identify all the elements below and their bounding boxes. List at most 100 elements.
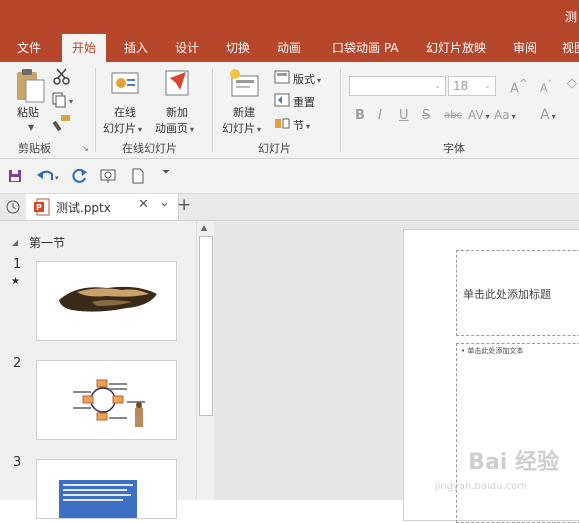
slide-thumbnail-2[interactable] [36,360,177,440]
new-slide-label-1: 新建 [233,106,255,119]
tab-home[interactable]: 开始 [62,34,107,62]
clipboard-group-label: 剪贴板 [18,142,51,155]
change-case-button[interactable]: Aa ▾ [494,108,516,122]
separator [340,68,341,152]
watermark-logo: Bai 经验 [468,450,559,475]
paper-plane-icon [165,70,189,96]
slides-group-label: 幻灯片 [258,142,291,155]
new-animation-page-label-2: 动画页 ▾ [155,122,195,135]
slide-number: 2 [13,356,22,371]
body-placeholder[interactable]: • 单击此处添加文本 [456,343,579,523]
strikethrough-button[interactable]: S [422,108,430,123]
tab-review[interactable]: 审阅 [513,34,537,62]
font-color-button[interactable]: A ▾ [540,107,556,123]
text-shadow-button[interactable]: abc [444,110,462,121]
layout-button[interactable]: 版式 ▾ [293,71,321,87]
font-group-label: 字体 [443,142,465,155]
tab-design[interactable]: 设计 [175,34,199,62]
italic-button[interactable]: I [378,108,382,123]
slide-number: 3 [13,455,22,470]
document-tab[interactable]: P 测试.pptx ✕ ⌄ [26,194,179,220]
redo-icon[interactable] [72,168,88,184]
quick-access-toolbar: ▾ ⏷ [0,159,579,194]
separator [212,68,213,152]
reset-icon [274,93,290,110]
new-slide-icon [230,69,259,97]
new-document-icon[interactable] [131,168,145,184]
slide-thumbnail-panel: ◢ 第一节 1 ★ 2 3 [0,221,196,519]
window-title: 测 [564,10,577,24]
font-shrink-button[interactable]: Aˇ [540,79,552,95]
paste-button[interactable] [14,68,48,107]
customize-toolbar-icon[interactable]: ⏷ [162,167,170,178]
ink-brush-image [59,286,157,312]
undo-icon[interactable]: ▾ [36,168,62,184]
font-grow-button[interactable]: A^ [510,77,528,96]
tab-list-icon[interactable]: ⌄ [159,195,170,210]
tab-slideshow[interactable]: 幻灯片放映 [426,34,486,62]
paste-label: 粘贴 [17,106,39,119]
save-icon[interactable] [8,169,22,183]
close-icon[interactable]: ✕ [138,197,149,212]
section-collapse-icon[interactable]: ◢ [12,238,18,247]
title-placeholder-text: 单击此处添加标题 [463,288,551,301]
format-painter-button[interactable] [52,114,72,135]
online-slides-group-label: 在线幻灯片 [122,142,177,155]
clipboard-launcher-icon[interactable]: ↘ [82,144,89,153]
online-slides-label-2: 幻灯片 ▾ [103,122,143,135]
tab-view[interactable]: 视图 [562,34,579,62]
scrollbar-thumb[interactable] [199,236,213,416]
separator [95,68,96,152]
svg-text:P: P [36,203,42,212]
bold-button[interactable]: B [355,108,365,123]
online-slides-icon [111,72,139,94]
section-button[interactable]: 节 ▾ [293,117,310,133]
online-slides-button[interactable] [110,70,142,103]
animation-star-icon: ★ [11,276,20,287]
cut-button[interactable] [52,68,72,89]
thumbnail-scrollbar[interactable]: ▲ [196,221,214,500]
history-icon[interactable] [6,200,20,214]
scroll-up-icon[interactable]: ▲ [201,223,207,232]
font-name-select[interactable]: ⌄ [349,76,446,96]
copy-button[interactable]: ▾ [52,92,78,111]
clear-format-icon[interactable]: ◇ [567,76,577,91]
slide-thumbnail-1[interactable] [36,261,177,341]
svg-text:▾: ▾ [55,174,59,182]
tab-pocket-animation[interactable]: 口袋动画 PA [332,34,399,62]
ribbon: 粘贴 ▼ ▾ 剪贴板 ↘ 在线 幻灯片 ▾ 新加 动画页 ▾ 在线幻灯片 新建 … [0,62,579,159]
title-placeholder[interactable]: 单击此处添加标题 [456,250,579,336]
slide-number: 1 [13,257,22,272]
paste-dropdown[interactable]: ▼ [26,120,34,133]
title-bar: 测 [0,0,579,34]
copy-icon: ▾ [52,92,73,108]
format-painter-icon [52,115,70,132]
slide-editor: 单击此处添加标题 • 单击此处添加文本 Bai 经验 jingyan.baidu… [214,221,579,523]
new-slide-label-2: 幻灯片 ▾ [222,122,262,135]
section-title[interactable]: 第一节 [29,234,65,251]
tab-insert[interactable]: 插入 [124,34,148,62]
tab-file[interactable]: 文件 [17,34,41,62]
body-placeholder-text: • 单击此处添加文本 [461,347,524,355]
new-tab-icon[interactable]: + [177,195,191,215]
tab-animations[interactable]: 动画 [277,34,301,62]
character-spacing-button[interactable]: AV ▾ [468,108,490,122]
paste-icon [17,69,45,103]
watermark-url: jingyan.baidu.com [434,481,527,492]
tab-transitions[interactable]: 切换 [226,34,250,62]
underline-button[interactable]: U [399,108,409,123]
reset-button[interactable]: 重置 [293,94,315,110]
slideshow-from-start-icon[interactable] [100,168,118,184]
current-slide: 单击此处添加标题 • 单击此处添加文本 [403,229,579,523]
text-block-image [59,480,137,518]
font-size-select[interactable]: 18 ⌄ [448,76,496,96]
new-slide-button[interactable] [228,68,262,103]
svg-text:▾: ▾ [69,97,73,106]
scissors-icon [53,68,70,85]
slide-thumbnail-3[interactable] [36,459,177,519]
new-animation-page-label-1: 新加 [166,106,188,119]
section-icon [274,116,290,133]
document-tab-bar: P 测试.pptx ✕ ⌄ + [0,194,579,221]
new-animation-page-button[interactable] [162,68,194,103]
layout-icon [274,70,290,87]
